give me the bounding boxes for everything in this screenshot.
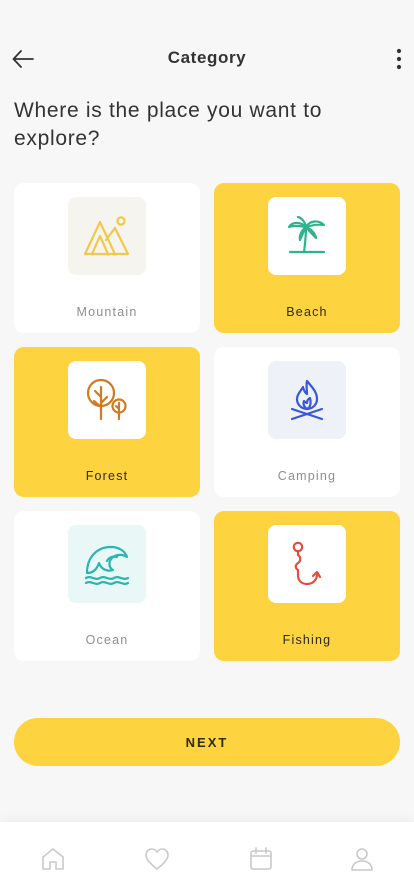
category-label: Fishing [282, 633, 332, 647]
category-card-fishing[interactable]: Fishing [214, 511, 400, 661]
icon-box [68, 525, 146, 603]
nav-home[interactable] [40, 846, 66, 872]
icon-box [68, 361, 146, 439]
more-vertical-icon [396, 48, 402, 70]
icon-box [268, 525, 346, 603]
back-button[interactable] [10, 46, 36, 72]
icon-box [268, 361, 346, 439]
category-card-beach[interactable]: Beach [214, 183, 400, 333]
heart-icon [145, 848, 169, 870]
calendar-icon [250, 847, 272, 870]
fishing-hook-icon [292, 541, 322, 586]
bottom-nav [0, 822, 414, 896]
home-icon [42, 848, 64, 870]
category-card-ocean[interactable]: Ocean [14, 511, 200, 661]
category-card-forest[interactable]: Forest [14, 347, 200, 497]
question-heading: Where is the place you want to explore? [14, 99, 323, 150]
category-label: Mountain [76, 305, 138, 319]
icon-box [68, 197, 146, 275]
page-title: Category [167, 48, 247, 67]
category-card-camping[interactable]: Camping [214, 347, 400, 497]
nav-favorites[interactable] [144, 846, 170, 872]
campfire-icon [290, 379, 324, 421]
header: Category [0, 38, 414, 78]
category-label: Forest [85, 469, 129, 483]
category-label: Ocean [85, 633, 129, 647]
user-icon [351, 848, 373, 871]
wave-icon [84, 545, 130, 585]
category-screen: Category Where is the place you want to … [0, 0, 414, 896]
arrow-left-icon [12, 50, 34, 68]
tree-icon [86, 378, 127, 421]
icon-box [268, 197, 346, 275]
category-label: Camping [277, 469, 337, 483]
palm-tree-icon [287, 215, 326, 254]
category-label: Beach [286, 305, 328, 319]
more-button[interactable] [392, 46, 406, 72]
category-card-mountain[interactable]: Mountain [14, 183, 200, 333]
mountain-icon [83, 216, 130, 256]
next-button[interactable]: NEXT [14, 718, 400, 766]
nav-profile[interactable] [349, 846, 375, 872]
nav-calendar[interactable] [248, 846, 274, 872]
category-grid: Mountain Beach Forest Camping Ocean Fish… [14, 183, 400, 661]
